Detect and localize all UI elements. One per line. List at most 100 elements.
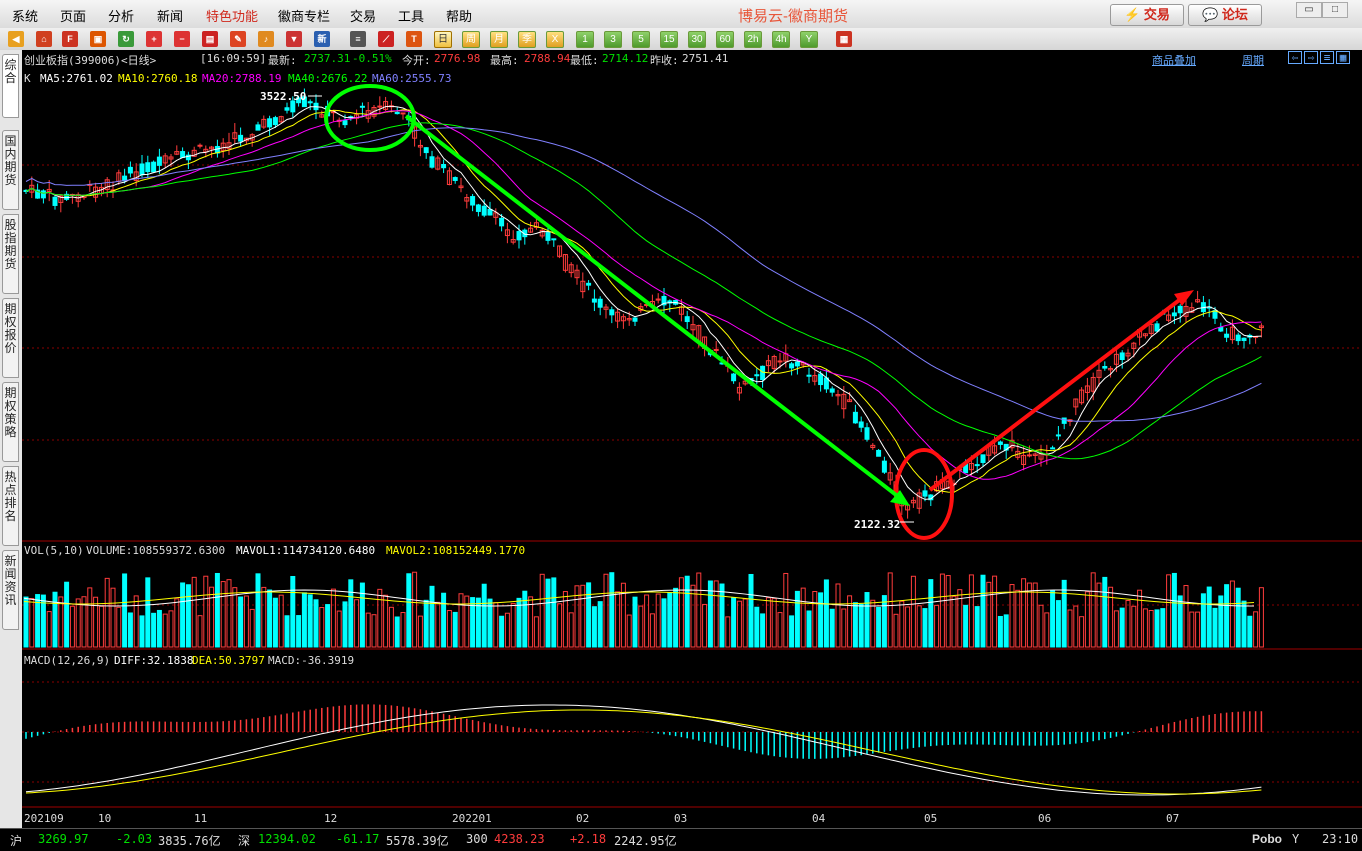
menu-features[interactable]: 特色功能 (206, 6, 258, 25)
calendar-icon[interactable]: ▦ (836, 31, 852, 47)
candle-body (1241, 337, 1247, 342)
tab-domestic-futures[interactable]: 国内期货 (2, 130, 19, 210)
new-icon[interactable]: 新 (314, 31, 330, 47)
period-week[interactable]: 周 (462, 31, 480, 48)
minimize-button[interactable]: ▭ (1296, 2, 1322, 18)
menu-system[interactable]: 系统 (12, 6, 38, 25)
volume-bar (905, 606, 911, 648)
nav-right-icon[interactable]: ⇨ (1304, 51, 1318, 64)
trade-button[interactable]: ⚡ 交易 (1110, 4, 1184, 26)
period-month[interactable]: 月 (490, 31, 508, 48)
menu-analysis[interactable]: 分析 (108, 6, 134, 25)
tab-hot-ranking[interactable]: 热点排名 (2, 466, 19, 546)
volume-bar (1235, 587, 1241, 648)
overlay-link[interactable]: 商品叠加 (1152, 52, 1196, 68)
volume-bar (174, 598, 180, 648)
period-link[interactable]: 周期 (1242, 52, 1264, 68)
back-arrow-icon[interactable]: ◀ (8, 31, 24, 47)
menu-tools[interactable]: 工具 (398, 6, 424, 25)
tab-news[interactable]: 新闻资讯 (2, 550, 19, 630)
period-day[interactable]: 日 (434, 31, 452, 48)
menu-huishang-column[interactable]: 徽商专栏 (278, 6, 330, 25)
nav-menu-icon[interactable]: ≡ (1320, 51, 1334, 64)
chart-line-icon[interactable]: ⟋ (378, 31, 394, 47)
volume-bar (609, 572, 615, 648)
report-icon[interactable]: ▣ (90, 31, 106, 47)
candle-body (597, 298, 603, 308)
volume-bar (794, 590, 800, 648)
tab-option-strategy[interactable]: 期权策略 (2, 382, 19, 462)
volume-bar (267, 589, 273, 648)
lightning-icon: ⚡ (1124, 7, 1141, 22)
menu-help[interactable]: 帮助 (446, 6, 472, 25)
chart-area[interactable]: 创业板指(399006)<日线> [16:09:59] 最新: 2737.31 … (22, 50, 1362, 828)
volume-bar (597, 601, 603, 648)
restore-button[interactable]: □ (1322, 2, 1348, 18)
tab-overview[interactable]: 综合 (2, 54, 19, 118)
tick-icon[interactable]: T (406, 31, 422, 47)
volume-bar (1021, 578, 1027, 648)
period-4h[interactable]: 4h (772, 31, 790, 48)
volume-bar (893, 613, 899, 648)
tab-index-futures[interactable]: 股指期货 (2, 214, 19, 294)
period-5min[interactable]: 5 (632, 31, 650, 48)
volume-bar (348, 579, 354, 648)
nav-left-icon[interactable]: ⇦ (1288, 51, 1302, 64)
open-price: 2776.98 (434, 52, 481, 65)
period-quarter[interactable]: 季 (518, 31, 536, 48)
volume-bar (945, 575, 951, 648)
window-icon[interactable]: ▤ (202, 31, 218, 47)
home-icon[interactable]: ⌂ (36, 31, 52, 47)
filter-icon[interactable]: ▼ (286, 31, 302, 47)
kline-chart[interactable] (22, 50, 1362, 828)
period-60min[interactable]: 60 (716, 31, 734, 48)
zoom-in-icon[interactable]: + (146, 31, 162, 47)
menu-trade[interactable]: 交易 (350, 6, 376, 25)
period-30min[interactable]: 30 (688, 31, 706, 48)
zoom-out-icon[interactable]: − (174, 31, 190, 47)
menu-page[interactable]: 页面 (60, 6, 86, 25)
period-3min[interactable]: 3 (604, 31, 622, 48)
sh-change: -2.03 (116, 832, 153, 846)
nav-grid-icon[interactable]: ▦ (1336, 51, 1350, 64)
volume-bar (557, 603, 563, 648)
sz-label: 深 (238, 834, 251, 848)
period-2h[interactable]: 2h (744, 31, 762, 48)
forum-button[interactable]: 💬 论坛 (1188, 4, 1262, 26)
candle-body (852, 411, 858, 424)
volume-bar (23, 596, 29, 648)
volume-bar (278, 594, 284, 648)
candle-body (1154, 323, 1160, 332)
period-15min[interactable]: 15 (660, 31, 678, 48)
volume-bar (1113, 610, 1119, 648)
volume-bar (963, 604, 969, 648)
period-custom[interactable]: X (546, 31, 564, 48)
candle-body (632, 317, 638, 322)
volume-bar (910, 575, 916, 648)
volume-bar (800, 587, 806, 648)
candle-body (1177, 305, 1183, 314)
menu-news[interactable]: 新闻 (157, 6, 183, 25)
period-year[interactable]: Y (800, 31, 818, 48)
toolbar: ◀ ⌂ F ▣ ↻ + − ▤ ✎ ♪ ▼ 新 ≡ ⟋ T 日 周 月 季 X … (0, 28, 1362, 51)
volume-bar (209, 586, 215, 648)
list-icon[interactable]: ≡ (350, 31, 366, 47)
volume-bar (58, 596, 64, 648)
refresh-icon[interactable]: ↻ (118, 31, 134, 47)
volume-bar (638, 605, 644, 648)
period-1min[interactable]: 1 (576, 31, 594, 48)
x-axis-label: 12 (324, 812, 338, 825)
open-label: 今开: (402, 54, 431, 67)
candle-body (516, 231, 522, 241)
candle-body (377, 105, 383, 108)
x-axis-label: 06 (1038, 812, 1052, 825)
restore-icon: □ (1331, 4, 1339, 15)
volume-bar (400, 612, 406, 648)
bell-icon[interactable]: ♪ (258, 31, 274, 47)
pen-icon[interactable]: ✎ (230, 31, 246, 47)
candle-body (551, 238, 557, 241)
f10-icon[interactable]: F (62, 31, 78, 47)
volume-bar (632, 596, 638, 648)
volume-bar (968, 574, 974, 648)
tab-option-quotes[interactable]: 期权报价 (2, 298, 19, 378)
